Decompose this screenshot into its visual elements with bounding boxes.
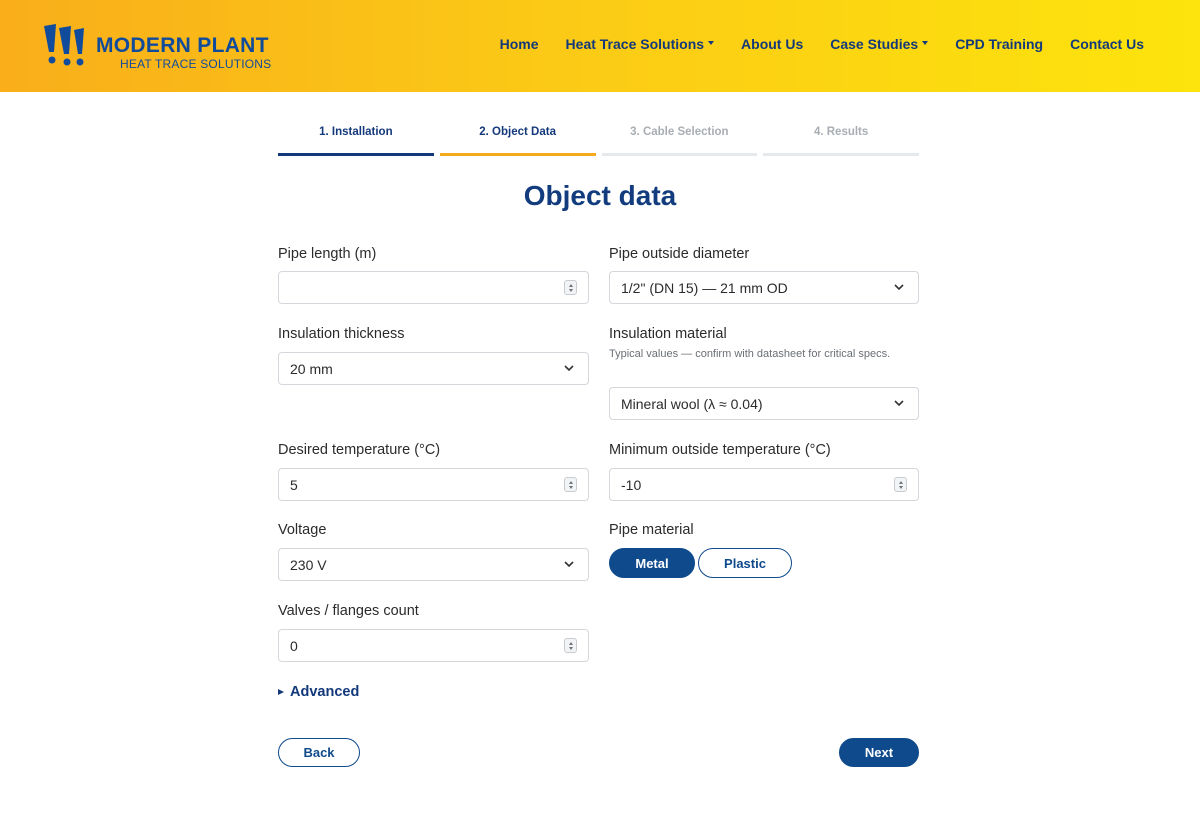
- valves-count-label: Valves / flanges count: [278, 603, 419, 619]
- nav-cpd-label: CPD Training: [955, 36, 1044, 52]
- spinner-icon[interactable]: [564, 477, 577, 492]
- insulation-material-value: Mineral wool (λ ≈ 0.04): [621, 395, 763, 412]
- pipe-diameter-label: Pipe outside diameter: [609, 246, 750, 262]
- site-header: MODERN PLANT HEAT TRACE SOLUTIONS Home H…: [0, 0, 1200, 92]
- insulation-thickness-select[interactable]: 20 mm: [278, 352, 589, 385]
- chevron-down-icon: [564, 561, 574, 568]
- insulation-material-select[interactable]: Mineral wool (λ ≈ 0.04): [609, 387, 919, 420]
- min-outside-temp-value: -10: [621, 476, 642, 493]
- wizard-steps: 1. Installation 2. Object Data 3. Cable …: [278, 126, 919, 158]
- step-label: 1. Installation: [319, 126, 393, 138]
- desired-temp-value: 5: [290, 476, 298, 493]
- insulation-material-label: Insulation material: [609, 326, 727, 342]
- spinner-icon[interactable]: [894, 477, 907, 492]
- pipe-diameter-value: 1/2" (DN 15) — 21 mm OD: [621, 279, 788, 296]
- step-bar: [763, 153, 919, 156]
- page-title: Object data: [523, 180, 677, 211]
- nav-heat-trace-label: Heat Trace Solutions: [565, 36, 705, 52]
- desired-temp-label: Desired temperature (°C): [278, 442, 441, 458]
- chevron-down-icon: [894, 400, 904, 407]
- voltage-select[interactable]: 230 V: [278, 548, 589, 581]
- pipe-material-plastic-button[interactable]: Plastic: [698, 548, 792, 578]
- pipe-diameter-select[interactable]: 1/2" (DN 15) — 21 mm OD: [609, 271, 919, 304]
- valves-count-input[interactable]: 0: [278, 629, 589, 662]
- nav-about-label: About Us: [741, 36, 804, 52]
- step-object-data[interactable]: 2. Object Data: [439, 126, 596, 158]
- valves-count-value: 0: [290, 637, 298, 654]
- logo-title: MODERN PLANT: [96, 34, 269, 57]
- insulation-thickness-value: 20 mm: [290, 360, 333, 377]
- nav-contact-label: Contact Us: [1070, 36, 1144, 52]
- chevron-down-icon: [564, 365, 574, 372]
- step-bar: [439, 153, 596, 156]
- step-bar: [278, 153, 434, 156]
- spinner-icon[interactable]: [564, 638, 577, 653]
- chevron-down-icon: [894, 284, 904, 291]
- step-installation[interactable]: 1. Installation: [278, 126, 434, 158]
- nav-about-us[interactable]: About Us: [741, 36, 803, 52]
- nav-home-label: Home: [499, 36, 539, 52]
- logo-tagline: HEAT TRACE SOLUTIONS: [120, 57, 272, 71]
- pipe-material-metal-button[interactable]: Metal: [609, 548, 695, 578]
- step-bar: [601, 153, 758, 156]
- step-label: 2. Object Data: [479, 126, 556, 138]
- caret-down-icon: [708, 41, 715, 45]
- step-label: 4. Results: [813, 126, 869, 138]
- logo[interactable]: MODERN PLANT HEAT TRACE SOLUTIONS: [42, 22, 272, 72]
- pipe-length-input[interactable]: [278, 271, 589, 304]
- nav-case-studies-label: Case Studies: [830, 36, 919, 52]
- step-cable-selection: 3. Cable Selection: [601, 126, 758, 158]
- pipe-material-label: Pipe material: [609, 522, 694, 538]
- voltage-value: 230 V: [290, 556, 327, 573]
- insulation-thickness-label: Insulation thickness: [278, 326, 405, 342]
- next-button[interactable]: Next: [839, 738, 919, 767]
- caret-down-icon: [922, 41, 929, 45]
- nav-case-studies[interactable]: Case Studies: [830, 36, 929, 52]
- step-label: 3. Cable Selection: [630, 126, 729, 138]
- advanced-label: Advanced: [290, 684, 360, 700]
- min-outside-temp-label: Minimum outside temperature (°C): [609, 442, 831, 458]
- logo-mark-icon: [44, 24, 84, 66]
- main-nav: Home Heat Trace Solutions About Us Case …: [473, 36, 1144, 52]
- spinner-icon[interactable]: [564, 280, 577, 295]
- desired-temp-input[interactable]: 5: [278, 468, 589, 501]
- insulation-material-help: Typical values — confirm with datasheet …: [609, 348, 891, 360]
- nav-cpd-training[interactable]: CPD Training: [955, 36, 1043, 52]
- advanced-toggle[interactable]: Advanced: [278, 684, 359, 700]
- nav-home[interactable]: Home: [500, 36, 539, 52]
- pipe-length-label: Pipe length (m): [278, 246, 377, 262]
- nav-heat-trace-solutions[interactable]: Heat Trace Solutions: [565, 36, 715, 52]
- back-button[interactable]: Back: [278, 738, 360, 767]
- nav-contact-us[interactable]: Contact Us: [1070, 36, 1144, 52]
- triangle-right-icon: [278, 689, 284, 695]
- voltage-label: Voltage: [278, 522, 327, 538]
- step-results: 4. Results: [763, 126, 919, 158]
- min-outside-temp-input[interactable]: -10: [609, 468, 919, 501]
